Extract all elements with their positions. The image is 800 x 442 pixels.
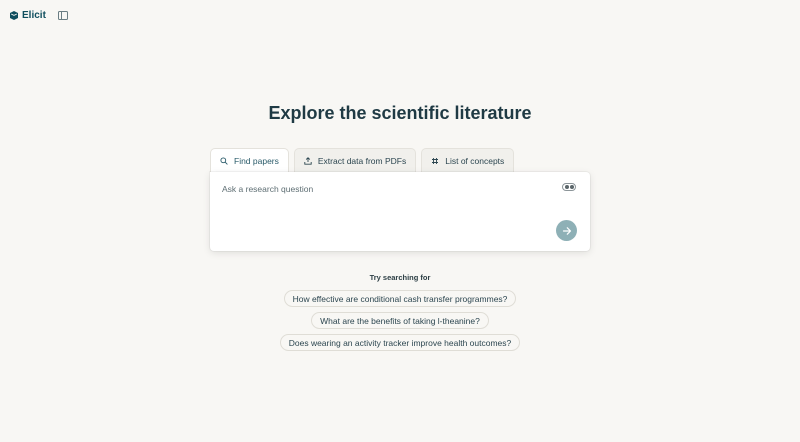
tab-label: List of concepts — [445, 155, 505, 166]
suggestion-chip[interactable]: How effective are conditional cash trans… — [283, 290, 517, 307]
tab-extract-data[interactable]: Extract data from PDFs — [293, 148, 417, 172]
tab-find-papers[interactable]: Find papers — [210, 148, 289, 173]
suggestion-chip[interactable]: Does wearing an activity tracker improve… — [279, 334, 521, 351]
tab-label: Find papers — [234, 156, 279, 166]
tab-label: Extract data from PDFs — [317, 155, 407, 166]
mode-tabs: Find papers Extract data from PDFs List … — [210, 148, 515, 173]
submit-button[interactable] — [556, 220, 577, 241]
suggestion-chip[interactable]: What are the benefits of taking l-theani… — [311, 312, 489, 329]
suggestions-list: How effective are conditional cash trans… — [0, 290, 800, 351]
brand-name: Elicit — [22, 9, 46, 21]
arrow-right-icon — [562, 226, 571, 235]
mode-toggle-icon[interactable] — [562, 183, 576, 191]
suggestions-heading: Try searching for — [369, 273, 431, 282]
brand[interactable]: Elicit — [10, 10, 46, 21]
search-input[interactable] — [222, 182, 552, 196]
upload-icon — [304, 156, 312, 165]
search-icon — [220, 157, 228, 165]
top-bar: Elicit — [10, 8, 68, 22]
tab-list-of-concepts[interactable]: List of concepts — [421, 148, 515, 172]
sidebar-toggle-icon[interactable] — [57, 10, 68, 20]
page-title: Explore the scientific literature — [268, 103, 532, 123]
elicit-logo-icon — [10, 10, 18, 20]
search-card — [210, 172, 590, 251]
concepts-icon — [432, 157, 439, 164]
